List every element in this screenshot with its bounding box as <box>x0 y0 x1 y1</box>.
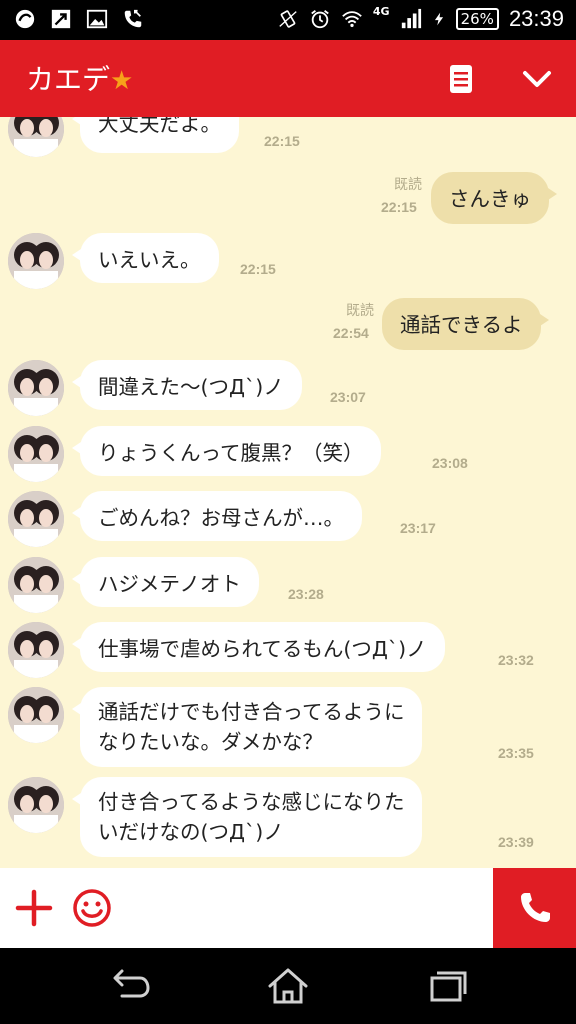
message-bubble[interactable]: 通話できるよ <box>382 298 549 350</box>
contact-avatar[interactable] <box>8 622 64 678</box>
message-time: 22:15 <box>264 133 300 149</box>
message-bubble[interactable]: 付き合ってるような感じになりた いだけなの(つД`)ノ <box>71 777 423 857</box>
favorite-star-icon: ★ <box>110 66 134 96</box>
message-text: 通話できるよ <box>400 313 523 337</box>
wifi-icon <box>342 11 362 28</box>
message-bubble[interactable]: 仕事場で虐められてるもん(つД`)ノ <box>72 622 445 672</box>
chevron-down-icon[interactable] <box>520 62 554 96</box>
system-nav-bar <box>0 948 576 1024</box>
emoji-icon[interactable] <box>72 888 112 928</box>
contact-avatar[interactable] <box>8 117 64 157</box>
message-text: 仕事場で虐められてるもん(つД`)ノ <box>98 637 427 661</box>
phone-icon <box>521 893 550 922</box>
contact-avatar[interactable] <box>8 426 64 482</box>
chat-title: カエデ★ <box>26 58 133 98</box>
message-bubble[interactable]: 大丈夫だよ。 <box>72 117 239 153</box>
message-time: 23:39 <box>498 834 534 850</box>
signal-icon <box>401 8 421 29</box>
call-button[interactable] <box>493 868 576 948</box>
message-time: 23:17 <box>400 520 436 536</box>
contact-avatar[interactable] <box>8 557 64 613</box>
charging-icon <box>434 12 443 26</box>
message-time: 22:15 <box>381 199 417 215</box>
contact-avatar[interactable] <box>8 491 64 547</box>
message-bubble[interactable]: りょうくんって腹黒？（笑） <box>71 426 382 476</box>
message-text: いえいえ。 <box>98 248 201 272</box>
clock: 23:39 <box>508 6 564 31</box>
message-bubble[interactable]: ごめんね？お母さんが…。 <box>72 491 362 541</box>
message-input-bar <box>0 868 576 948</box>
message-time: 23:07 <box>330 389 366 405</box>
read-receipt: 既読 <box>346 303 374 319</box>
chat-message-list[interactable]: 大丈夫だよ。 22:15 既読 22:15 さんきゅ いえいえ。 22:15 既… <box>0 117 576 868</box>
app-notification-icon <box>15 9 35 29</box>
message-text: さんきゅ <box>449 187 531 211</box>
message-time: 22:15 <box>240 261 276 277</box>
image-icon <box>86 9 108 29</box>
notes-icon[interactable] <box>444 62 478 96</box>
message-text-line: 付き合ってるような感じになりた <box>98 790 405 814</box>
message-text: 間違えた〜(つД`)ノ <box>98 375 284 399</box>
vibrate-icon <box>279 10 297 28</box>
recent-apps-icon[interactable] <box>424 966 472 1006</box>
message-text: ごめんね？お母さんが…。 <box>98 506 344 530</box>
message-bubble[interactable]: ハジメテノオト <box>72 557 259 607</box>
contact-avatar[interactable] <box>8 777 64 833</box>
message-time: 23:32 <box>498 652 534 668</box>
read-receipt: 既読 <box>394 177 422 193</box>
contact-avatar[interactable] <box>8 233 64 289</box>
back-icon[interactable] <box>106 966 154 1006</box>
message-text: 大丈夫だよ。 <box>98 117 221 136</box>
message-text-line: いだけなの(つД`)ノ <box>98 820 284 844</box>
message-text: ハジメテノオト <box>98 572 241 596</box>
alarm-icon <box>311 10 329 29</box>
contact-avatar[interactable] <box>8 360 64 416</box>
message-text-line: なりたいな。ダメかな？ <box>98 730 323 754</box>
message-time: 22:54 <box>333 325 369 341</box>
message-time: 23:08 <box>432 455 468 471</box>
message-time: 23:28 <box>288 586 324 602</box>
message-bubble[interactable]: 間違えた〜(つД`)ノ <box>72 360 302 410</box>
share-icon <box>51 9 71 29</box>
battery-level: 26% <box>455 8 499 30</box>
message-bubble[interactable]: いえいえ。 <box>72 233 219 283</box>
system-status: 4G 26% 23:39 <box>277 4 564 32</box>
missed-call-icon <box>124 9 142 28</box>
status-bar: 4G 26% 23:39 <box>0 0 576 40</box>
home-icon[interactable] <box>264 966 312 1006</box>
message-text: りょうくんって腹黒？（笑） <box>98 441 364 465</box>
message-bubble[interactable]: 通話だけでも付き合ってるように なりたいな。ダメかな？ <box>71 687 423 767</box>
network-type: 4G <box>372 4 390 18</box>
notification-icons <box>14 8 144 30</box>
message-bubble[interactable]: さんきゅ <box>431 172 557 224</box>
plus-icon[interactable] <box>14 888 54 928</box>
chat-header: カエデ★ <box>0 40 576 117</box>
message-time: 23:35 <box>498 745 534 761</box>
message-text-line: 通話だけでも付き合ってるように <box>98 700 405 724</box>
contact-avatar[interactable] <box>8 687 64 743</box>
contact-name: カエデ <box>26 63 111 96</box>
